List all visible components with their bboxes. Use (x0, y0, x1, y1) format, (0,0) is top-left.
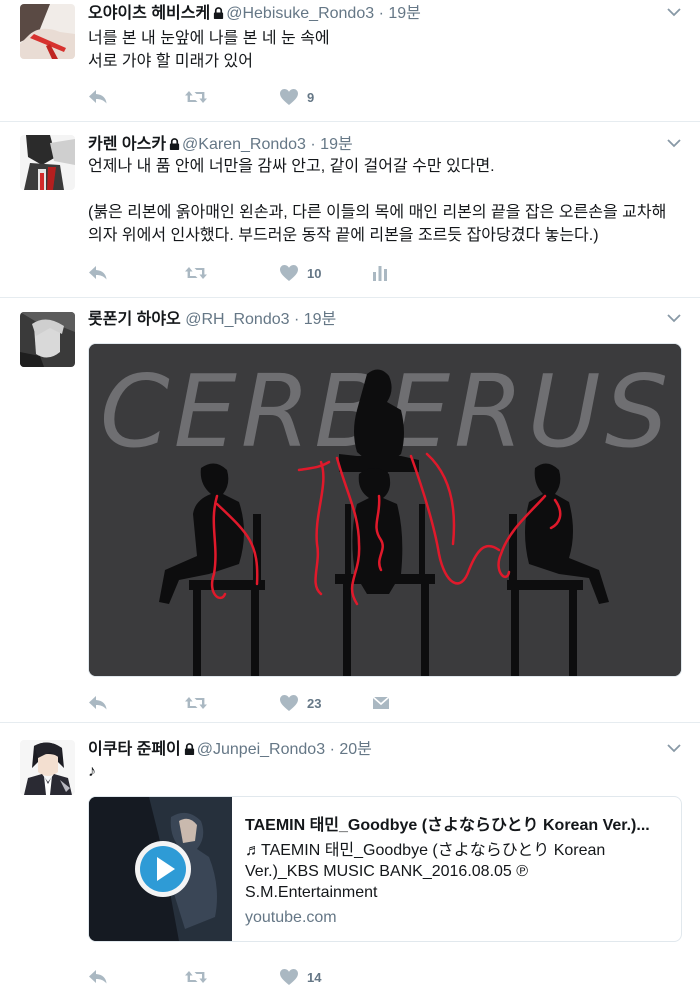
analytics-button[interactable] (372, 262, 388, 284)
tweet-header: 이쿠타 준페이 @Junpei_Rondo3 · 20분 (88, 740, 372, 760)
retweet-icon (184, 89, 208, 105)
retweet-icon (184, 265, 208, 281)
display-name[interactable]: 롯폰기 하야오 (88, 311, 181, 328)
card-description: ♬TAEMIN 태민_Goodbye (さよならひとり Korean Ver.)… (245, 842, 606, 901)
avatar[interactable] (20, 312, 75, 367)
tweet-rh[interactable]: 롯폰기 하야오 @RH_Rondo3 · 19분 CERBERUS (0, 298, 700, 723)
caret-down-icon[interactable] (666, 135, 682, 151)
reply-button[interactable] (88, 86, 108, 108)
card-thumbnail[interactable] (89, 797, 232, 941)
tweet-line: 의자 위에서 인사했다. 부드러운 동작 끝에 리본을 조르듯 잡아당겼다 놓는… (88, 227, 599, 244)
reply-button[interactable] (88, 262, 108, 284)
reply-icon (88, 969, 108, 985)
heart-icon (279, 968, 299, 986)
reply-icon (88, 695, 108, 711)
reply-icon (88, 265, 108, 281)
play-icon[interactable] (132, 838, 194, 900)
username[interactable]: @RH_Rondo3 (185, 311, 289, 328)
like-button[interactable]: 23 (279, 692, 321, 714)
tweet-line: ♪ (88, 763, 96, 780)
tweet-header: 오야이츠 헤비스케 @Hebisuke_Rondo3 · 19분 (88, 4, 421, 24)
card-domain: youtube.com (245, 909, 337, 926)
heart-icon (279, 88, 299, 106)
cerberus-artwork: CERBERUS (89, 344, 681, 676)
lock-icon (184, 743, 195, 755)
username[interactable]: @Junpei_Rondo3 (197, 741, 325, 758)
display-name[interactable]: 오야이츠 헤비스케 (88, 5, 210, 22)
direct-message-button[interactable] (372, 692, 390, 714)
like-count: 10 (307, 265, 322, 281)
timestamp[interactable]: · 19분 (310, 136, 352, 153)
timestamp[interactable]: · 19분 (294, 311, 336, 328)
retweet-button[interactable] (184, 262, 208, 284)
username[interactable]: @Karen_Rondo3 (182, 136, 306, 153)
avatar[interactable] (20, 4, 75, 59)
retweet-icon (184, 969, 208, 985)
retweet-button[interactable] (184, 86, 208, 108)
avatar[interactable] (20, 135, 75, 190)
tweet-junpei[interactable]: 이쿠타 준페이 @Junpei_Rondo3 · 20분 ♪ TAEMIN 태민_… (0, 723, 700, 991)
caret-down-icon[interactable] (666, 4, 682, 20)
display-name[interactable]: 이쿠타 준페이 (88, 741, 181, 758)
analytics-icon (372, 265, 388, 281)
retweet-icon (184, 695, 208, 711)
like-button[interactable]: 10 (279, 262, 321, 284)
tweet-line: 언제나 내 품 안에 너만을 감싸 안고, 같이 걸어갈 수만 있다면. (88, 158, 495, 175)
heart-icon (279, 264, 299, 282)
reply-button[interactable] (88, 692, 108, 714)
lock-icon (169, 138, 180, 150)
tweet-line: (붉은 리본에 옭아매인 왼손과, 다른 이들의 목에 매인 리본의 끝을 잡은… (88, 204, 667, 221)
caret-down-icon[interactable] (666, 310, 682, 326)
like-button[interactable]: 14 (279, 966, 321, 988)
avatar[interactable] (20, 740, 75, 795)
tweet-text: ♪ (88, 760, 680, 783)
tweet-karen[interactable]: 카렌 아스카 @Karen_Rondo3 · 19분 언제나 내 품 안에 너만을… (0, 122, 700, 298)
reply-button[interactable] (88, 966, 108, 988)
tweet-hebisuke[interactable]: 오야이츠 헤비스케 @Hebisuke_Rondo3 · 19분 너를 본 내 눈… (0, 0, 700, 122)
display-name[interactable]: 카렌 아스카 (88, 136, 166, 153)
retweet-button[interactable] (184, 692, 208, 714)
heart-icon (279, 694, 299, 712)
tweet-text: 너를 본 내 눈앞에 나를 본 네 눈 속에 서로 가야 할 미래가 있어 (88, 27, 680, 73)
direct-message-icon (372, 695, 390, 711)
like-count: 9 (307, 89, 315, 105)
link-card[interactable]: TAEMIN 태민_Goodbye (さよならひとり Korean Ver.).… (88, 796, 682, 942)
like-count: 14 (307, 969, 322, 985)
tweet-header: 롯폰기 하야오 @RH_Rondo3 · 19분 (88, 310, 336, 330)
card-content: TAEMIN 태민_Goodbye (さよならひとり Korean Ver.).… (232, 797, 681, 941)
retweet-button[interactable] (184, 966, 208, 988)
username[interactable]: @Hebisuke_Rondo3 (226, 5, 374, 22)
tweet-line: 너를 본 내 눈앞에 나를 본 네 눈 속에 (88, 30, 330, 47)
timestamp[interactable]: · 20분 (330, 741, 372, 758)
tweet-image[interactable]: CERBERUS (88, 343, 682, 677)
reply-icon (88, 89, 108, 105)
card-title[interactable]: TAEMIN 태민_Goodbye (さよならひとり Korean Ver.).… (245, 815, 667, 837)
tweet-line (88, 178, 680, 201)
caret-down-icon[interactable] (666, 740, 682, 756)
timestamp[interactable]: · 19분 (379, 5, 421, 22)
tweet-line: 서로 가야 할 미래가 있어 (88, 53, 253, 70)
like-count: 23 (307, 695, 322, 711)
lock-icon (213, 7, 224, 19)
tweet-text: 언제나 내 품 안에 너만을 감싸 안고, 같이 걸어갈 수만 있다면. (붉은… (88, 155, 680, 247)
tweet-header: 카렌 아스카 @Karen_Rondo3 · 19분 (88, 135, 353, 155)
like-button[interactable]: 9 (279, 86, 314, 108)
